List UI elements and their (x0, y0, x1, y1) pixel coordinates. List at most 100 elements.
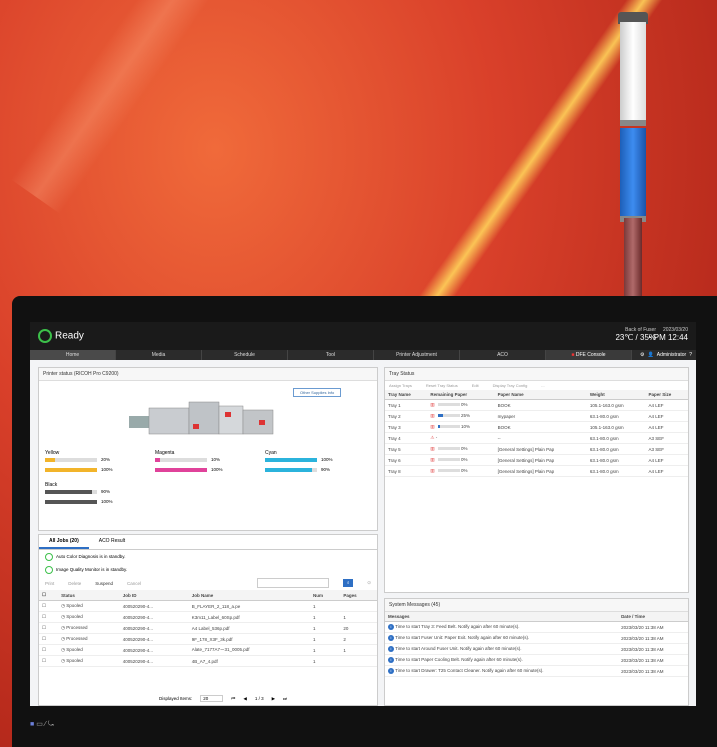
tray-row[interactable]: Tray 5 ▥ 0% [General Settings] Plain Pap 63… (385, 443, 688, 455)
tray-row[interactable]: Tray 3 ▥ 10% BOOK 105.1-163.0 gsm A4 LEF (385, 421, 688, 433)
tray-row[interactable]: Tray 2 ▥ 25% mypaper 63.1-80.0 gsm A4 LEF (385, 410, 688, 422)
job-cell: 400520290-4... (119, 611, 189, 623)
job-checkbox[interactable]: ☐ (39, 655, 59, 667)
message-row[interactable]: i Time to start Paper Cooling Belt. Noti… (385, 654, 688, 666)
job-row[interactable]: ☐ ◷ Spooled 400520290-4... 4B_A7_4.pdf 1 (39, 655, 377, 667)
tray-row[interactable]: Tray 6 ▥ 0% [General Settings] Plain Pap 63… (385, 454, 688, 466)
window-icon[interactable]: ■ (30, 721, 34, 728)
more-button[interactable]: ... (541, 383, 544, 388)
prev-page-icon[interactable]: ◀ (243, 696, 246, 702)
job-row[interactable]: ☐ ◷ Spooled 400520290-4... B_FLAYER_2_118_a… (39, 600, 377, 612)
col-checkbox[interactable]: ☐ (39, 590, 59, 601)
tab-home[interactable]: Home (30, 350, 116, 360)
tray-row[interactable]: Tray 8 ▥ 0% [General Settings] Plain Pap 63… (385, 465, 688, 477)
col-num[interactable]: Num (309, 590, 341, 601)
job-cell: 400520290-4... (119, 633, 189, 645)
suspend-button[interactable]: Suspend (95, 581, 113, 586)
job-row[interactable]: ☐ ◷ Spooled 400520290-4... K3m11_Label_60Sp… (39, 611, 377, 623)
tray-row[interactable]: Tray 1 ▥ 0% BOOK 105.1-163.0 gsm A4 LEF (385, 399, 688, 411)
remaining-gauge (437, 403, 460, 407)
signal-tower (618, 12, 648, 302)
user-name[interactable]: Administrator (657, 350, 686, 360)
tab-right-controls: ⚙ 👤 Administrator ? (632, 350, 696, 360)
cancel-button[interactable]: Cancel (127, 581, 141, 586)
job-cell: 400520290-4... (119, 622, 189, 634)
message-row[interactable]: i Time to start Drawer: T25 Contact Clea… (385, 665, 688, 677)
col-tray-name[interactable]: Tray Name (385, 390, 428, 400)
col-paper-name[interactable]: Paper Name (494, 390, 587, 400)
supply-item: 100% (155, 467, 255, 475)
job-row[interactable]: ☐ ◷ Processed 400520290-4... A4 Label_536p.… (39, 622, 377, 634)
printer-module (129, 416, 151, 428)
display-tray-config-button[interactable]: Display Tray Config (493, 383, 528, 388)
next-page-icon[interactable]: ▶ (272, 696, 275, 702)
message-row[interactable]: i Time to start Fuser Unit: Paper Exit. … (385, 632, 688, 644)
job-cell: 1 (309, 622, 341, 634)
tab-schedule[interactable]: Schedule (202, 350, 288, 360)
print-button[interactable]: Print (45, 581, 54, 586)
tab-dfe-console[interactable]: ■ DFE Console (546, 350, 632, 360)
tab-all-jobs[interactable]: All Jobs (20) (39, 535, 89, 549)
notice-2: Image Quality Monitor is in standby. (39, 564, 377, 576)
tab-media[interactable]: Media (116, 350, 202, 360)
other-supplies-button[interactable]: Other Supplies Info (293, 388, 342, 397)
col-job-id[interactable]: Job ID (119, 590, 189, 601)
supply-level-label: 90% (321, 467, 331, 472)
supply-level-bar: 100% (45, 499, 113, 504)
help-icon[interactable]: ? (689, 350, 692, 360)
message-row[interactable]: i Time to start Around Fuser Unit. Notif… (385, 643, 688, 655)
col-date-time[interactable]: Date / Time (618, 612, 688, 622)
message-row[interactable]: i Time to start Tray 3: Feed Belt. Notif… (385, 621, 688, 633)
delete-button[interactable]: Delete (68, 581, 81, 586)
printer-module (218, 405, 244, 435)
job-cell: B_FLAYER_2_118_a.pe (188, 600, 310, 612)
tower-ring (620, 120, 646, 126)
first-page-icon[interactable]: ⏮ (231, 696, 235, 701)
supply-level-fill (265, 458, 317, 462)
tray-row[interactable]: Tray 4 ⚠ - -- 63.1-80.0 gsm A3 SEF (385, 432, 688, 444)
last-page-icon[interactable]: ⏭ (283, 696, 287, 701)
col-remaining-paper[interactable]: Remaining Paper (427, 390, 495, 400)
job-checkbox[interactable]: ☐ (39, 600, 59, 612)
assign-trays-button[interactable]: Assign Trays (389, 383, 412, 388)
job-checkbox[interactable]: ☐ (39, 633, 59, 645)
tray-cell: [General Settings] Plain Pap (494, 465, 587, 477)
status-icon: ◷ (61, 636, 67, 641)
reset-tray-status-button[interactable]: Reset Tray Status (426, 383, 458, 388)
col-paper-size[interactable]: Paper Size (645, 390, 688, 400)
tab-tool[interactable]: Tool (288, 350, 374, 360)
search-icon[interactable]: ⌕ (343, 579, 354, 587)
job-cell: 400520290-4... (119, 600, 189, 612)
message-text: i Time to start Drawer: T25 Contact Clea… (385, 665, 619, 677)
tower-white-light (620, 22, 646, 122)
tab-aco[interactable]: ACO (460, 350, 546, 360)
job-cell: 400520290-4... (119, 655, 189, 667)
supply-level-label: 100% (211, 467, 223, 472)
col-status[interactable]: Status (58, 590, 120, 601)
displayed-items-select[interactable]: 20 (200, 695, 224, 702)
col-messages[interactable]: Messages (385, 612, 619, 622)
remaining-gauge-fill (437, 425, 440, 429)
job-row[interactable]: ☐ ◷ Spooled 400520290-4... Alate_7177A7ー31_… (39, 644, 377, 656)
tray-cell: Tray 4 (385, 432, 428, 444)
col-job-name[interactable]: Job Name (188, 590, 310, 601)
gear-icon[interactable]: ⚙ (640, 350, 644, 360)
remaining-text: - (434, 435, 438, 440)
tab-dfe-label: DFE Console (575, 352, 606, 358)
supply-item: Black 90% (45, 482, 145, 497)
settings-icon[interactable]: ⊙ (367, 580, 371, 586)
supply-level-fill (45, 468, 97, 472)
tray-table: Tray Name Remaining Paper Paper Name Wei… (385, 390, 688, 477)
search-input[interactable] (257, 578, 330, 588)
job-checkbox[interactable]: ☐ (39, 611, 59, 623)
job-checkbox[interactable]: ☐ (39, 644, 59, 656)
tab-printer-adjustment[interactable]: Printer Adjustment (374, 350, 460, 360)
edit-button[interactable]: Edit (472, 383, 479, 388)
tab-aco-result[interactable]: ACO Result (89, 535, 135, 549)
tray-cell: 63.1-80.0 gsm (586, 410, 646, 422)
job-row[interactable]: ☐ ◷ Processed 400520290-4... 9F_178_X3F_3k.… (39, 633, 377, 645)
col-weight[interactable]: Weight (586, 390, 646, 400)
job-cell: ◷ Spooled (58, 655, 120, 667)
job-checkbox[interactable]: ☐ (39, 622, 59, 634)
col-pages[interactable]: Pages (340, 590, 377, 601)
